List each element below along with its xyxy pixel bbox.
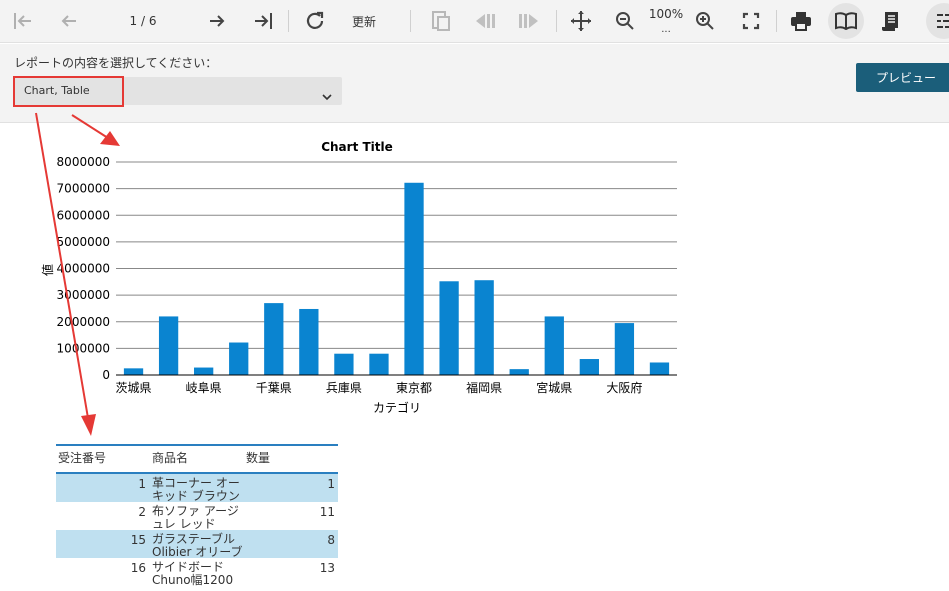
forward-icon[interactable] bbox=[514, 4, 544, 38]
chart-bar bbox=[509, 369, 529, 375]
zoom-menu[interactable]: ... bbox=[646, 22, 686, 36]
x-tick-label: 茨城県 bbox=[116, 381, 152, 395]
chart-bar bbox=[544, 316, 564, 375]
highlight-annotation bbox=[13, 76, 124, 107]
chart-bar bbox=[229, 342, 249, 375]
chevron-down-icon bbox=[322, 86, 332, 105]
x-tick-label: 大阪府 bbox=[606, 380, 642, 395]
cell-product-name: 革コーナー オーキッド ブラウン bbox=[152, 476, 240, 503]
print-icon[interactable] bbox=[786, 4, 816, 38]
chart-title: Chart Title bbox=[321, 140, 393, 154]
table-row: 16 サイドボード Chuno幅1200 13 bbox=[56, 558, 338, 587]
cell-quantity: 13 bbox=[319, 561, 335, 575]
y-tick-label: 3000000 bbox=[57, 288, 110, 302]
y-tick-label: 0 bbox=[102, 368, 110, 382]
y-tick-label: 4000000 bbox=[57, 262, 110, 276]
tree-icon bbox=[937, 14, 949, 28]
toolbar-separator bbox=[410, 10, 411, 32]
y-tick-label: 8000000 bbox=[57, 155, 110, 169]
header-order-number: 受注番号 bbox=[58, 451, 107, 465]
toolbar-separator bbox=[556, 10, 557, 32]
table-row: 2 布ソファ アージュレ レッド 11 bbox=[56, 502, 338, 531]
first-page-icon[interactable] bbox=[8, 4, 38, 38]
last-page-icon[interactable] bbox=[248, 4, 278, 38]
preview-button[interactable]: プレビュー bbox=[856, 63, 949, 92]
chart-bars bbox=[123, 182, 670, 375]
chart-bar bbox=[194, 367, 214, 375]
x-tick-label: 岐阜県 bbox=[186, 381, 222, 395]
fullscreen-icon[interactable] bbox=[736, 4, 766, 38]
x-axis-ticks: 茨城県 岐阜県 千葉県 兵庫県 東京都 福岡県 宮城県 大阪府 bbox=[116, 380, 643, 395]
previous-page-icon[interactable] bbox=[54, 4, 84, 38]
y-tick-label: 1000000 bbox=[57, 341, 110, 355]
cell-quantity: 8 bbox=[327, 533, 335, 547]
y-tick-label: 7000000 bbox=[57, 182, 110, 196]
y-tick-label: 2000000 bbox=[57, 315, 110, 329]
chart-bar bbox=[123, 368, 144, 375]
x-tick-label: 宮城県 bbox=[536, 380, 572, 395]
chart-bar bbox=[474, 280, 494, 375]
zoom-out-icon[interactable] bbox=[610, 4, 640, 38]
cell-order-number: 2 bbox=[138, 505, 146, 519]
toolbar-separator bbox=[776, 10, 777, 32]
y-tick-label: 5000000 bbox=[57, 235, 110, 249]
cell-quantity: 11 bbox=[319, 505, 335, 519]
open-book-icon bbox=[835, 12, 857, 30]
document-scroll-icon[interactable] bbox=[876, 4, 906, 38]
x-tick-label: 千葉県 bbox=[256, 381, 292, 395]
export-icon[interactable] bbox=[426, 4, 456, 38]
backward-icon[interactable] bbox=[470, 4, 500, 38]
order-table: 受注番号 商品名 数量 1 革コーナー オーキッド ブラウン 1 2 布ソファ … bbox=[56, 444, 338, 587]
chart-bar bbox=[649, 362, 670, 375]
chart-bar bbox=[264, 303, 284, 375]
chart-bar bbox=[439, 281, 459, 375]
header-product-name: 商品名 bbox=[152, 451, 189, 465]
sidebar-toggle-button[interactable] bbox=[926, 3, 949, 39]
galley-mode-button[interactable] bbox=[828, 3, 864, 39]
chart-bar bbox=[158, 316, 179, 375]
viewer-toolbar: 1 / 6 更新 100% ... bbox=[0, 0, 949, 43]
zoom-in-icon[interactable] bbox=[690, 4, 720, 38]
bar-chart: Chart Title 0 1000000 2000000 3000000 400000… bbox=[40, 140, 677, 415]
cell-product-name: ガラステーブル Olibier オリーブ bbox=[152, 532, 243, 559]
y-axis-label: 値 bbox=[40, 264, 55, 276]
refresh-icon[interactable] bbox=[300, 4, 330, 38]
x-tick-label: 福岡県 bbox=[466, 380, 502, 395]
x-axis-label: カテゴリ bbox=[373, 400, 421, 415]
refresh-button[interactable]: 更新 bbox=[344, 4, 384, 38]
page-indicator[interactable]: 1 / 6 bbox=[120, 4, 166, 38]
chart-bar bbox=[579, 359, 599, 375]
table-row: 1 革コーナー オーキッド ブラウン 1 bbox=[56, 474, 338, 503]
chart-bar bbox=[614, 323, 635, 375]
cell-quantity: 1 bbox=[327, 477, 335, 491]
y-tick-label: 6000000 bbox=[57, 208, 110, 222]
cell-product-name: サイドボード Chuno幅1200 bbox=[152, 560, 234, 587]
y-axis-ticks: 0 1000000 2000000 3000000 4000000 5000000 6000… bbox=[57, 155, 110, 382]
cell-order-number: 1 bbox=[138, 477, 146, 491]
x-tick-label: 兵庫県 bbox=[326, 381, 362, 395]
chart-bar bbox=[369, 353, 389, 375]
chart-bar bbox=[404, 182, 424, 375]
x-tick-label: 東京都 bbox=[396, 381, 432, 395]
pan-icon[interactable] bbox=[566, 4, 596, 38]
cell-product-name: 布ソファ アージュレ レッド bbox=[152, 504, 239, 531]
chart-bar bbox=[334, 353, 354, 375]
table-row: 15 ガラステーブル Olibier オリーブ 8 bbox=[56, 530, 338, 559]
next-page-icon[interactable] bbox=[202, 4, 232, 38]
toolbar-separator bbox=[288, 10, 289, 32]
table-header: 受注番号 商品名 数量 bbox=[56, 444, 338, 474]
header-quantity: 数量 bbox=[246, 451, 271, 465]
parameters-panel: レポートの内容を選択してください： Chart, Table bbox=[0, 44, 949, 123]
chart-bar bbox=[299, 308, 319, 375]
parameter-label: レポートの内容を選択してください： bbox=[14, 56, 218, 70]
chart-gridlines bbox=[116, 161, 677, 349]
cell-order-number: 15 bbox=[130, 533, 146, 547]
cell-order-number: 16 bbox=[130, 561, 146, 575]
